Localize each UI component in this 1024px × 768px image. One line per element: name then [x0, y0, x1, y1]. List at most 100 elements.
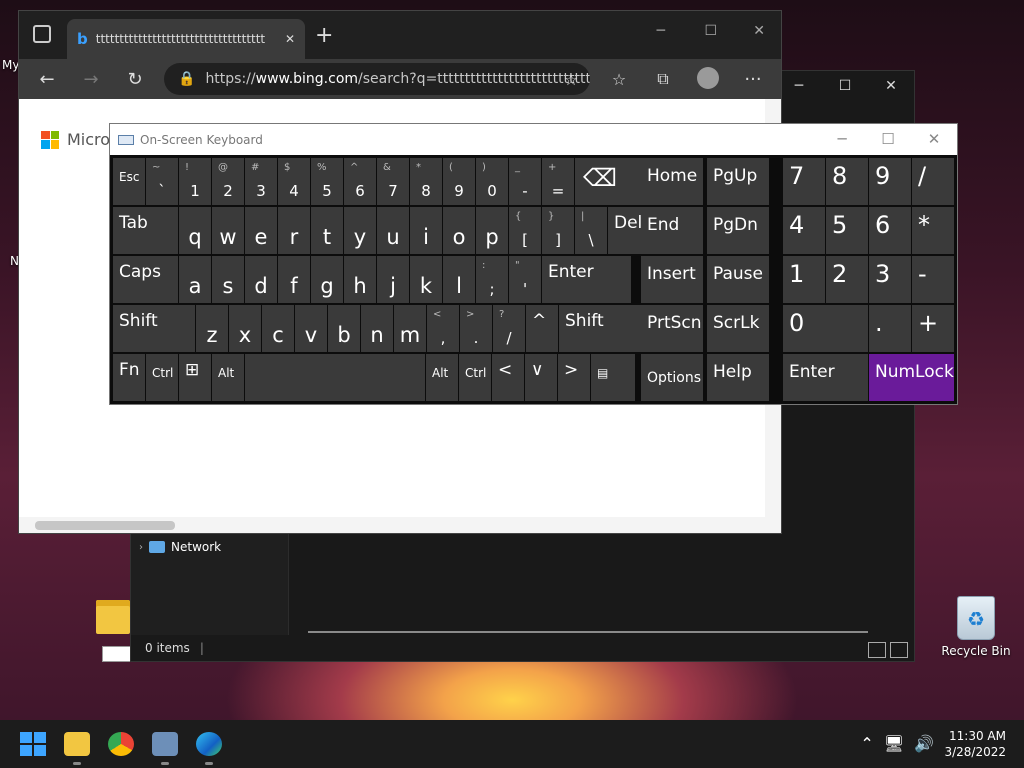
- key-tab[interactable]: Tab: [113, 207, 178, 254]
- key-a[interactable]: a: [179, 256, 211, 303]
- key-u[interactable]: u: [377, 207, 409, 254]
- key-[interactable]: >: [558, 354, 590, 401]
- new-tab-button[interactable]: +: [315, 23, 333, 48]
- on-screen-keyboard-window[interactable]: On-Screen Keyboard ─ ☐ ✕ Esc ~ `! 1 @2 #3 $4% 5…: [109, 123, 958, 405]
- key-[interactable]: ▤: [591, 354, 635, 401]
- key-4[interactable]: $4: [278, 158, 310, 205]
- explorer-maximize-button[interactable]: ☐: [822, 71, 868, 101]
- refresh-icon[interactable]: ↻: [115, 69, 155, 90]
- tab-bing-search[interactable]: b tttttttttttttttttttttttttttttttttttt ✕: [67, 19, 305, 59]
- key-n[interactable]: n: [361, 305, 393, 352]
- key-alt[interactable]: Alt: [212, 354, 244, 401]
- key-h[interactable]: h: [344, 256, 376, 303]
- details-view-icon[interactable]: [868, 642, 886, 658]
- remote-desktop-icon[interactable]: [152, 732, 178, 756]
- osk-maximize-button[interactable]: ☐: [865, 124, 911, 154]
- more-options-icon[interactable]: ···: [733, 69, 773, 90]
- key-`[interactable]: ~ `: [146, 158, 178, 205]
- key-[interactable]: ^: [526, 305, 558, 352]
- key-c[interactable]: c: [262, 305, 294, 352]
- key-1[interactable]: ! 1: [179, 158, 211, 205]
- key-6[interactable]: ^ 6: [344, 158, 376, 205]
- key-y[interactable]: y: [344, 207, 376, 254]
- chrome-icon[interactable]: [108, 732, 134, 756]
- file-explorer-taskbar-icon[interactable]: [64, 732, 90, 756]
- numpad-key-minus[interactable]: -: [912, 256, 954, 303]
- key-shift[interactable]: Shift: [559, 305, 648, 352]
- key-home[interactable]: Home: [641, 158, 703, 205]
- volume-icon[interactable]: 🔊: [914, 734, 934, 753]
- key-m[interactable]: m: [394, 305, 426, 352]
- key-fn[interactable]: Fn: [113, 354, 145, 401]
- numpad-key-enter[interactable]: Enter: [783, 354, 868, 401]
- numpad-key-7[interactable]: 7: [783, 158, 825, 205]
- scrollbar-thumb[interactable]: [35, 521, 175, 530]
- key-[interactable]: <: [492, 354, 524, 401]
- key-pause[interactable]: Pause: [707, 256, 769, 303]
- key-r[interactable]: r: [278, 207, 310, 254]
- close-tab-icon[interactable]: ✕: [285, 32, 295, 46]
- numpad-key-9[interactable]: 9: [869, 158, 911, 205]
- key-ctrl[interactable]: Ctrl: [146, 354, 178, 401]
- numpad-key-divide[interactable]: /: [912, 158, 954, 205]
- key-;[interactable]: :;: [476, 256, 508, 303]
- key-prtscn[interactable]: PrtScn: [641, 305, 703, 352]
- key-7[interactable]: & 7: [377, 158, 409, 205]
- key-j[interactable]: j: [377, 256, 409, 303]
- key-pgdn[interactable]: PgDn: [707, 207, 769, 254]
- address-bar[interactable]: 🔒 https://www.bing.com/search?q=tttttttt…: [164, 63, 590, 95]
- key-,[interactable]: <,: [427, 305, 459, 352]
- key-b[interactable]: b: [328, 305, 360, 352]
- key--[interactable]: _ -: [509, 158, 541, 205]
- recycle-bin[interactable]: Recycle Bin: [940, 596, 1012, 658]
- key-[interactable]: ∨: [525, 354, 557, 401]
- key-insert[interactable]: Insert: [641, 256, 703, 303]
- key-z[interactable]: z: [196, 305, 228, 352]
- key-w[interactable]: w: [212, 207, 244, 254]
- key-/[interactable]: ? /: [493, 305, 525, 352]
- key-3[interactable]: #3: [245, 158, 277, 205]
- key-alt[interactable]: Alt: [426, 354, 458, 401]
- numpad-key-6[interactable]: 6: [869, 207, 911, 254]
- numpad-key-numlock[interactable]: NumLock: [869, 354, 954, 401]
- key-options[interactable]: Options: [641, 354, 703, 401]
- key-help[interactable]: Help: [707, 354, 769, 401]
- key-[interactable]: ⊞: [179, 354, 211, 401]
- key-l[interactable]: l: [443, 256, 475, 303]
- key-o[interactable]: o: [443, 207, 475, 254]
- explorer-minimize-button[interactable]: ─: [776, 71, 822, 101]
- explorer-close-button[interactable]: ✕: [868, 71, 914, 101]
- favorites-icon[interactable]: ☆: [599, 70, 639, 89]
- maximize-button[interactable]: ☐: [704, 23, 717, 39]
- key-'[interactable]: " ': [509, 256, 541, 303]
- key-q[interactable]: q: [179, 207, 211, 254]
- key-i[interactable]: i: [410, 207, 442, 254]
- key-space[interactable]: [245, 354, 425, 401]
- key-5[interactable]: % 5: [311, 158, 343, 205]
- key-[[interactable]: {[: [509, 207, 541, 254]
- key-.[interactable]: >.: [460, 305, 492, 352]
- key-0[interactable]: ) 0: [476, 158, 508, 205]
- key-=[interactable]: + =: [542, 158, 574, 205]
- profile-avatar[interactable]: [697, 67, 719, 89]
- tab-actions-icon[interactable]: [33, 25, 51, 43]
- key-e[interactable]: e: [245, 207, 277, 254]
- key-2[interactable]: @2: [212, 158, 244, 205]
- add-favorite-icon[interactable]: ☆: [551, 70, 591, 89]
- key-9[interactable]: (9: [443, 158, 475, 205]
- key-end[interactable]: End: [641, 207, 703, 254]
- key-t[interactable]: t: [311, 207, 343, 254]
- desktop-icon-label[interactable]: My: [2, 58, 19, 72]
- key-v[interactable]: v: [295, 305, 327, 352]
- numpad-key-decimal[interactable]: .: [869, 305, 911, 352]
- chevron-right-icon[interactable]: ›: [139, 542, 143, 553]
- numpad-key-0[interactable]: 0: [783, 305, 868, 352]
- folder-icon[interactable]: [96, 600, 130, 634]
- clock[interactable]: 11:30 AM 3/28/2022: [944, 728, 1006, 760]
- key-x[interactable]: x: [229, 305, 261, 352]
- key-enter[interactable]: Enter: [542, 256, 631, 303]
- explorer-scrollbar[interactable]: [308, 631, 868, 633]
- key-ctrl[interactable]: Ctrl: [459, 354, 491, 401]
- numpad-key-4[interactable]: 4: [783, 207, 825, 254]
- start-button[interactable]: [20, 732, 46, 756]
